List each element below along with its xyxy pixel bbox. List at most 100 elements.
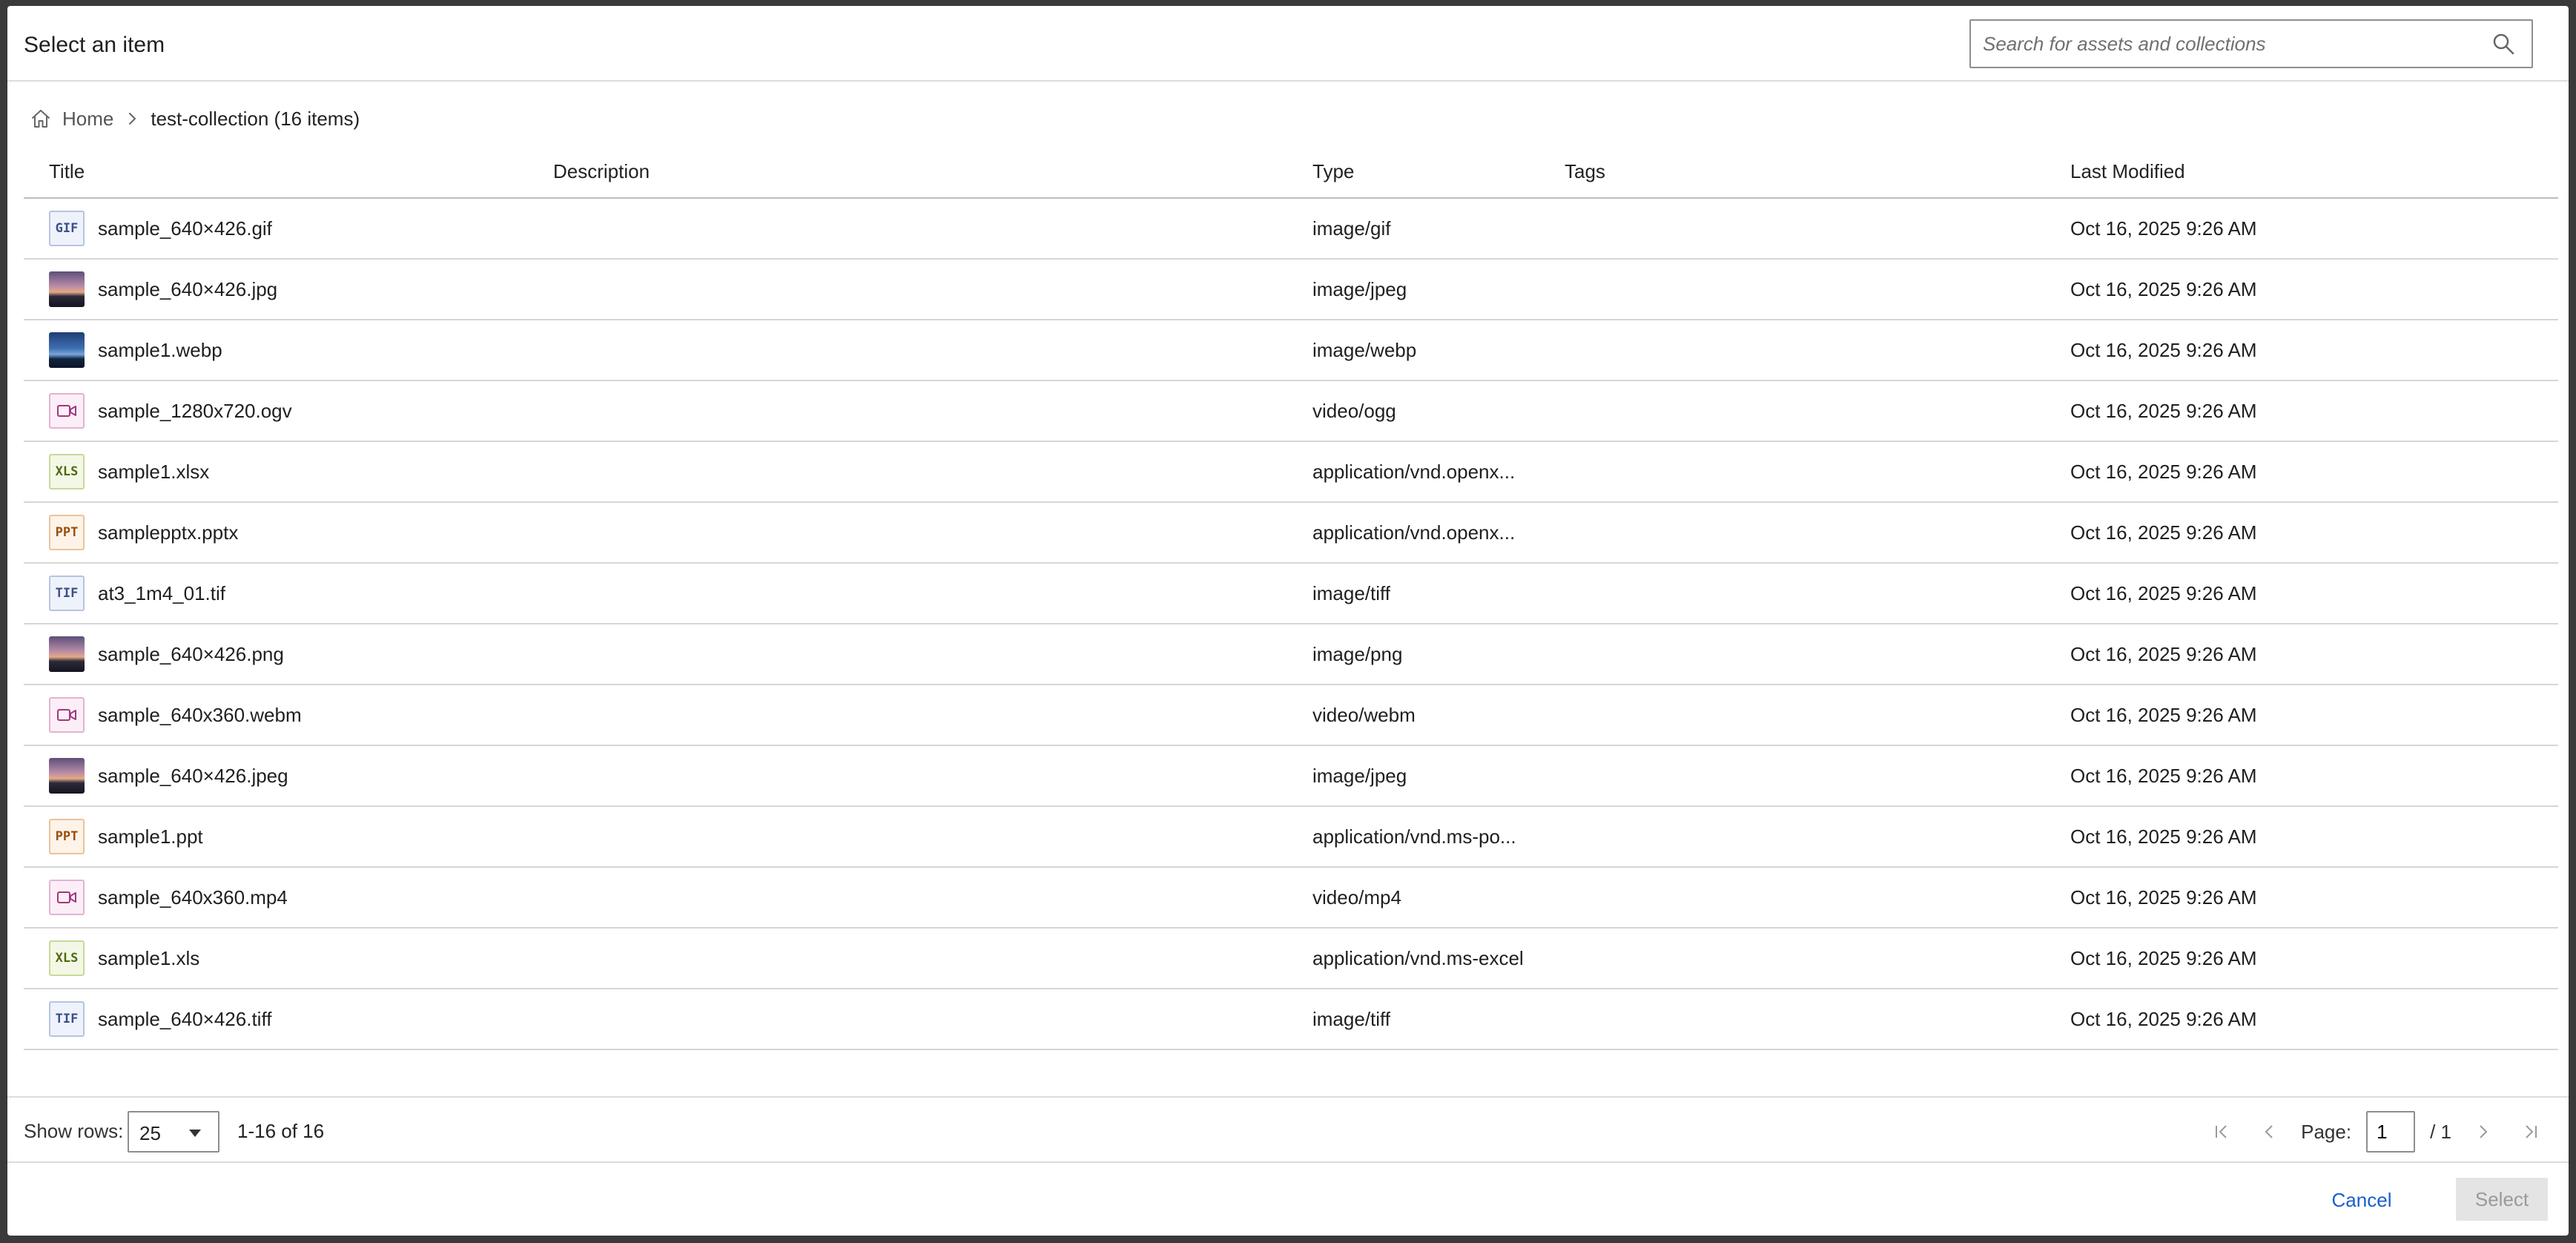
xls-file-icon: XLS	[49, 454, 85, 489]
type-cell: video/ogg	[1312, 399, 1396, 422]
table-row[interactable]: TIF sample_640×426.tiff image/tiff Oct 16, …	[24, 989, 2558, 1050]
last-modified-cell: Oct 16, 2025 9:26 AM	[2070, 521, 2257, 544]
table-row[interactable]: sample_1280x720.ogv video/ogg Oct 16, 2025…	[24, 381, 2558, 442]
table-row[interactable]: sample1.webp image/webp Oct 16, 2025 9:26 …	[24, 320, 2558, 381]
table-row[interactable]: sample_640×426.jpeg image/jpeg Oct 16, 202…	[24, 746, 2558, 807]
column-header-last-modified[interactable]: Last Modified	[2070, 160, 2185, 183]
video-icon	[49, 393, 85, 429]
last-modified-cell: Oct 16, 2025 9:26 AM	[2070, 338, 2257, 361]
last-modified-cell: Oct 16, 2025 9:26 AM	[2070, 642, 2257, 665]
table-row[interactable]: sample_640×426.jpg image/jpeg Oct 16, 2025…	[24, 260, 2558, 320]
first-page-button[interactable]	[2206, 1115, 2239, 1148]
last-page-button[interactable]	[2514, 1115, 2546, 1148]
title-cell: GIF sample_640×426.gif	[49, 199, 272, 258]
title-cell: XLS sample1.xlsx	[49, 442, 209, 501]
table-row[interactable]: PPT samplepptx.pptx application/vnd.openx.…	[24, 503, 2558, 564]
last-modified-cell: Oct 16, 2025 9:26 AM	[2070, 277, 2257, 300]
select-button[interactable]: Select	[2456, 1178, 2548, 1221]
asset-picker-dialog: Select an item Home test-collection (16 …	[7, 6, 2569, 1236]
range-text: 1-16 of 16	[237, 1120, 325, 1142]
show-rows-label: Show rows:	[24, 1120, 124, 1142]
type-cell: video/webm	[1312, 703, 1416, 726]
last-modified-cell: Oct 16, 2025 9:26 AM	[2070, 581, 2257, 604]
title-cell: PPT samplepptx.pptx	[49, 503, 238, 562]
video-icon	[49, 697, 85, 733]
breadcrumb-current: test-collection (16 items)	[151, 107, 360, 130]
last-modified-cell: Oct 16, 2025 9:26 AM	[2070, 703, 2257, 726]
ppt-file-icon: PPT	[49, 819, 85, 854]
type-cell: application/vnd.openx...	[1312, 460, 1516, 483]
page-label: Page:	[2301, 1120, 2352, 1143]
search-icon[interactable]	[2491, 32, 2515, 56]
page-total: / 1	[2430, 1120, 2451, 1143]
column-header-type[interactable]: Type	[1312, 160, 1354, 183]
cancel-button[interactable]: Cancel	[2321, 1179, 2402, 1221]
column-header-tags[interactable]: Tags	[1565, 160, 1605, 183]
table-row[interactable]: sample_640x360.mp4 video/mp4 Oct 16, 2025 …	[24, 868, 2558, 929]
asset-table: Title Description Type Tags Last Modifie…	[24, 147, 2558, 1076]
breadcrumb-home[interactable]: Home	[30, 108, 113, 131]
column-header-title[interactable]: Title	[49, 160, 85, 183]
column-header-description[interactable]: Description	[553, 160, 650, 183]
image-thumbnail	[49, 271, 85, 307]
previous-page-button[interactable]	[2253, 1115, 2286, 1148]
caret-down-icon	[189, 1130, 201, 1137]
last-modified-cell: Oct 16, 2025 9:26 AM	[2070, 825, 2257, 848]
asset-title: at3_1m4_01.tif	[98, 581, 226, 604]
title-cell: sample_1280x720.ogv	[49, 381, 292, 441]
title-cell: sample_640x360.mp4	[49, 868, 288, 927]
tif-file-icon: TIF	[49, 576, 85, 611]
chevron-right-icon	[2480, 1125, 2488, 1138]
title-cell: sample_640×426.jpg	[49, 260, 277, 319]
video-icon	[49, 880, 85, 915]
title-cell: sample_640×426.png	[49, 624, 284, 684]
asset-title: sample_640x360.mp4	[98, 886, 288, 909]
type-cell: image/webp	[1312, 338, 1417, 361]
asset-title: sample1.xls	[98, 946, 200, 969]
next-page-button[interactable]	[2466, 1115, 2499, 1148]
table-row[interactable]: XLS sample1.xlsx application/vnd.openx... O…	[24, 442, 2558, 503]
table-row[interactable]: GIF sample_640×426.gif image/gif Oct 16, 20…	[24, 199, 2558, 260]
ppt-file-icon: PPT	[49, 515, 85, 550]
type-cell: image/tiff	[1312, 581, 1391, 604]
last-modified-cell: Oct 16, 2025 9:26 AM	[2070, 946, 2257, 969]
chevron-left-icon	[2265, 1125, 2273, 1138]
dialog-header: Select an item	[7, 6, 2569, 82]
asset-title: sample_640×426.jpg	[98, 277, 278, 300]
search-input[interactable]	[1983, 21, 2472, 67]
table-row[interactable]: sample_640×426.png image/png Oct 16, 2025 …	[24, 624, 2558, 685]
table-row[interactable]: XLS sample1.xls application/vnd.ms-excel Oc…	[24, 929, 2558, 989]
type-cell: image/jpeg	[1312, 277, 1407, 300]
table-row[interactable]: PPT sample1.ppt application/vnd.ms-po... Oc…	[24, 807, 2558, 868]
asset-title: sample_640×426.png	[98, 642, 284, 665]
title-cell: PPT sample1.ppt	[49, 807, 203, 866]
title-cell: sample1.webp	[49, 320, 222, 380]
table-row[interactable]: TIF at3_1m4_01.tif image/tiff Oct 16, 2025 …	[24, 564, 2558, 624]
asset-title: sample1.ppt	[98, 825, 203, 848]
breadcrumb-home-label: Home	[62, 107, 114, 130]
type-cell: application/vnd.ms-excel	[1312, 946, 1524, 969]
last-modified-cell: Oct 16, 2025 9:26 AM	[2070, 460, 2257, 483]
image-thumbnail	[49, 332, 85, 368]
last-modified-cell: Oct 16, 2025 9:26 AM	[2070, 217, 2257, 240]
tif-file-icon: TIF	[49, 1001, 85, 1037]
last-modified-cell: Oct 16, 2025 9:26 AM	[2070, 1007, 2257, 1030]
asset-title: sample_640×426.gif	[98, 217, 272, 240]
dialog-title: Select an item	[24, 33, 165, 57]
gif-file-icon: GIF	[49, 211, 85, 246]
image-thumbnail	[49, 758, 85, 794]
asset-title: sample_640x360.webm	[98, 703, 302, 726]
chevron-right-icon	[129, 113, 136, 125]
type-cell: image/png	[1312, 642, 1403, 665]
image-thumbnail	[49, 636, 85, 672]
asset-title: sample_640×426.tiff	[98, 1007, 272, 1030]
rows-per-page-select[interactable]: 25	[128, 1111, 219, 1153]
page-number-input[interactable]	[2366, 1111, 2416, 1153]
table-row[interactable]: sample_640x360.webm video/webm Oct 16, 202…	[24, 685, 2558, 746]
type-cell: application/vnd.ms-po...	[1312, 825, 1516, 848]
type-cell: video/mp4	[1312, 886, 1401, 909]
last-modified-cell: Oct 16, 2025 9:26 AM	[2070, 764, 2257, 787]
title-cell: XLS sample1.xls	[49, 929, 199, 988]
table-body: GIF sample_640×426.gif image/gif Oct 16, 20…	[24, 199, 2558, 1050]
type-cell: application/vnd.openx...	[1312, 521, 1516, 544]
